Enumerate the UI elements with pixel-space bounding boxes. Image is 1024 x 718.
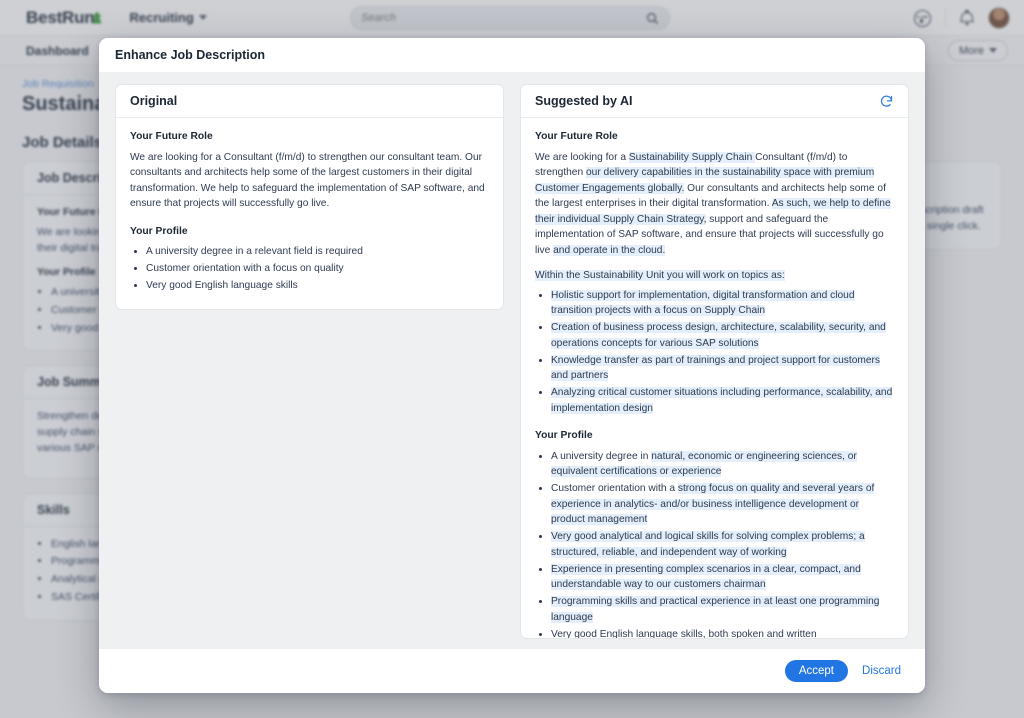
dialog-title: Enhance Job Description xyxy=(115,48,266,62)
list-item: Holistic support for implementation, dig… xyxy=(551,288,894,319)
list-item: Very good English language skills, both … xyxy=(551,627,894,638)
list-item: Very good English language skills xyxy=(146,278,489,294)
original-text: Customer orientation with a xyxy=(551,483,678,495)
list-item: Programming skills and practical experie… xyxy=(551,594,894,625)
application-window: BestRun Recruiting Search Dashboard More… xyxy=(0,0,1024,718)
intro-line-text: Within the Sustainability Unit you will … xyxy=(535,270,785,282)
discard-button[interactable]: Discard xyxy=(862,665,901,677)
panel-original: Original Your Future Role We are looking… xyxy=(115,84,504,311)
ai-added-text: Very good analytical and logical skills … xyxy=(551,531,865,558)
panel-content-original: Your Future Role We are looking for a Co… xyxy=(116,118,503,309)
dialog-body: Original Your Future Role We are looking… xyxy=(99,72,925,649)
list-item: Creation of business process design, arc… xyxy=(551,320,894,351)
accept-button[interactable]: Accept xyxy=(784,660,849,682)
ai-added-text: Experience in presenting complex scenari… xyxy=(551,563,861,591)
panel-title: Suggested by AI xyxy=(535,94,633,108)
ai-added-text: Sustainability Supply Chain xyxy=(628,151,756,163)
subheading: Your Future Role xyxy=(130,131,213,142)
panel-header-suggested: Suggested by AI xyxy=(521,85,908,118)
ai-added-text: Creation of business process design, arc… xyxy=(551,322,886,349)
subheading: Your Future Role xyxy=(535,131,618,142)
list-item: Analyzing critical customer situations i… xyxy=(551,385,894,416)
original-text: A university degree in xyxy=(551,450,652,462)
paragraph-segmented: We are looking for a Sustainability Supp… xyxy=(535,150,894,259)
list-item: Customer orientation with a focus on qua… xyxy=(146,261,489,277)
list-item: Customer orientation with a strong focus… xyxy=(551,481,894,528)
panel-title: Original xyxy=(130,94,178,108)
panel-content-suggested: Your Future Role We are looking for a Su… xyxy=(521,118,908,638)
list-item: A university degree in a relevant field … xyxy=(146,244,489,260)
panel-suggested-by-ai: Suggested by AI Your Future Role We are … xyxy=(520,84,909,639)
list-item: Very good analytical and logical skills … xyxy=(551,529,894,560)
intro-line: Within the Sustainability Unit you will … xyxy=(535,268,894,284)
subheading: Your Profile xyxy=(535,430,593,442)
list-item: Experience in presenting complex scenari… xyxy=(551,562,894,593)
bullet-list-role: Holistic support for implementation, dig… xyxy=(551,288,894,417)
list-item: Knowledge transfer as part of trainings … xyxy=(551,353,894,384)
dialog-header: Enhance Job Description xyxy=(99,38,925,72)
ai-added-text: Programming skills and practical experie… xyxy=(551,596,880,623)
refresh-icon[interactable] xyxy=(879,94,894,109)
enhance-job-description-dialog: Enhance Job Description Original Your Fu… xyxy=(99,38,925,693)
subheading: Your Profile xyxy=(130,225,188,237)
list-item: A university degree in natural, economic… xyxy=(551,449,894,480)
bullet-list-profile: A university degree in natural, economic… xyxy=(551,449,894,638)
ai-added-text: Knowledge transfer as part of trainings … xyxy=(551,354,880,382)
ai-added-text: Holistic support for implementation, dig… xyxy=(551,289,855,317)
ai-added-text: and operate in the cloud. xyxy=(553,244,666,256)
dialog-footer: Accept Discard xyxy=(99,649,925,693)
original-text: We are looking for a xyxy=(535,151,629,163)
panel-header-original: Original xyxy=(116,85,503,118)
bullet-list: A university degree in a relevant field … xyxy=(146,244,489,294)
original-text: Very good English language skills, both … xyxy=(551,628,817,638)
paragraph: We are looking for a Consultant (f/m/d) … xyxy=(130,151,485,210)
ai-added-text: Analyzing critical customer situations i… xyxy=(551,387,893,414)
